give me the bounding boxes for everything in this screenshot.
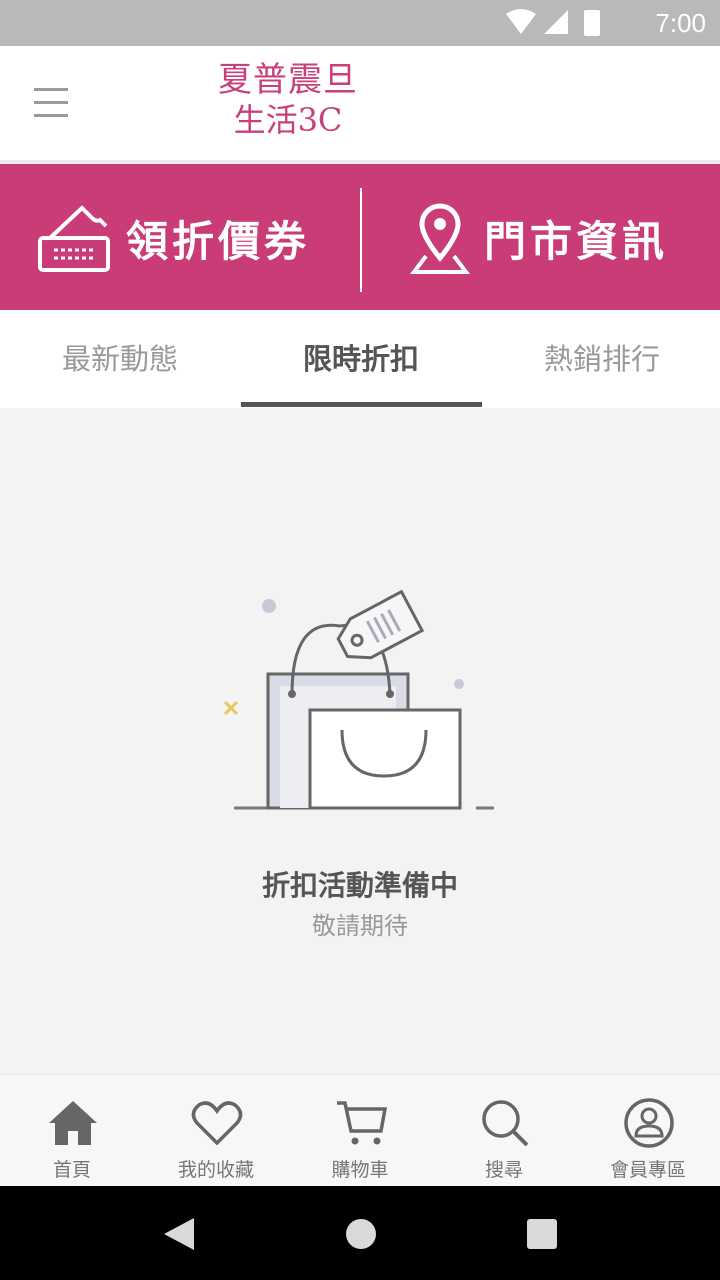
shopping-bag-illustration (223, 589, 494, 810)
nav-favorites-label: 我的收藏 (177, 1159, 254, 1181)
logo-line2: 生活3C (233, 101, 343, 139)
category-tabs: 最新動態 限時折扣 熱銷排行 (0, 310, 720, 408)
nav-search[interactable]: 搜尋 (432, 1075, 576, 1187)
user-icon (624, 1098, 674, 1148)
nav-cart-label: 購物車 (331, 1159, 389, 1181)
wifi-icon (506, 9, 536, 34)
nav-home[interactable]: 首頁 (0, 1075, 144, 1187)
nav-search-label: 搜尋 (484, 1159, 523, 1181)
empty-state-subtitle: 敬請期待 (312, 912, 408, 940)
clock: 7:00 (655, 8, 706, 38)
banner-divider (360, 188, 362, 292)
status-bar: 7:00 (0, 0, 720, 46)
tab-latest-news[interactable]: 最新動態 (0, 310, 240, 408)
home-circle-icon[interactable] (345, 1218, 377, 1250)
nav-member[interactable]: 會員專區 (576, 1075, 720, 1187)
store-info-label: 門市資訊 (484, 216, 669, 266)
back-icon[interactable] (162, 1216, 196, 1252)
empty-state-title: 折扣活動準備中 (261, 869, 458, 902)
recents-icon[interactable] (526, 1218, 558, 1250)
tab-best-sellers[interactable]: 熱銷排行 (482, 310, 720, 408)
logo-line1: 夏普震旦 (218, 60, 358, 100)
brand-logo[interactable]: 夏普震旦 生活3C (218, 60, 358, 140)
location-pin-icon (410, 203, 470, 274)
home-icon (49, 1101, 97, 1145)
coupon-button[interactable]: 領折價券 (36, 190, 310, 286)
coupon-label: 領折價券 (126, 216, 311, 266)
nav-member-label: 會員專區 (609, 1159, 686, 1181)
active-tab-indicator (241, 402, 482, 407)
cart-icon (337, 1101, 387, 1145)
app-header: 夏普震旦 生活3C (0, 46, 720, 164)
nav-cart[interactable]: 購物車 (288, 1075, 432, 1187)
ticket-icon (38, 205, 110, 272)
hamburger-menu-icon[interactable] (34, 88, 70, 118)
bottom-navigation: 首頁 我的收藏 購物車 搜尋 會員專區 (0, 1074, 720, 1187)
battery-icon (584, 10, 600, 36)
search-icon (482, 1100, 529, 1147)
empty-state-area: 折扣活動準備中 敬請期待 (0, 408, 720, 1074)
promo-banner: 領折價券 門市資訊 (0, 164, 720, 310)
heart-icon (191, 1101, 243, 1146)
tab-flash-discount[interactable]: 限時折扣 (241, 310, 481, 408)
store-info-button[interactable]: 門市資訊 (410, 190, 668, 286)
signal-battery-icons (506, 9, 600, 36)
signal-icon (544, 10, 568, 34)
nav-home-label: 首頁 (52, 1159, 91, 1181)
nav-favorites[interactable]: 我的收藏 (144, 1075, 288, 1187)
system-navigation-bar (0, 1186, 720, 1280)
